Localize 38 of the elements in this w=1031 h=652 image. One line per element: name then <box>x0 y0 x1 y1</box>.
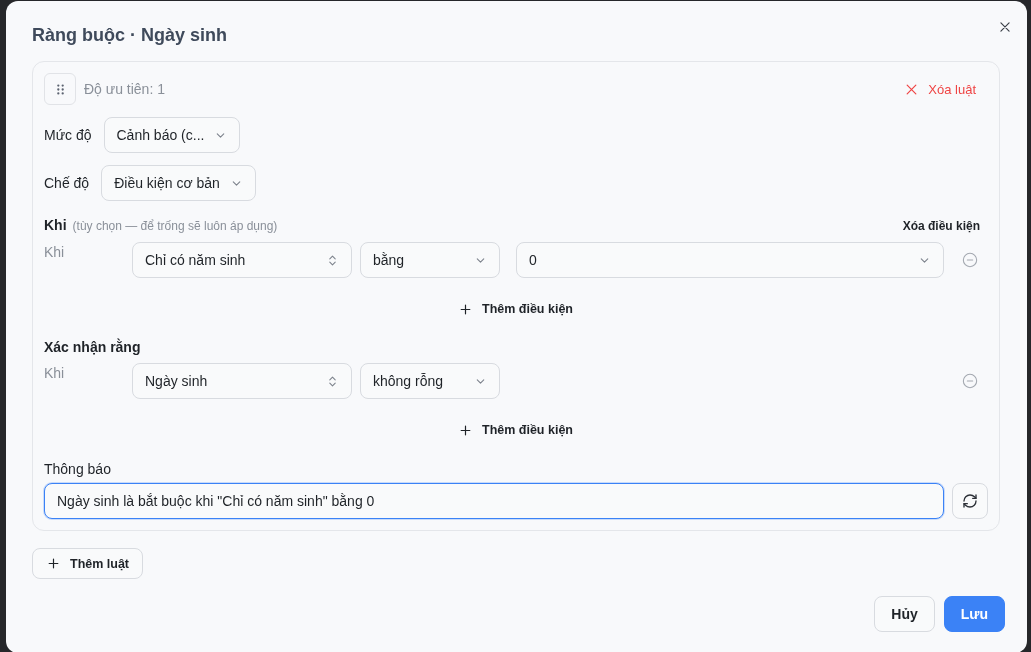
remove-condition-icon[interactable] <box>962 373 978 389</box>
operator-select[interactable]: không rỗng <box>360 363 500 399</box>
grip-dots-icon <box>56 83 64 95</box>
dialog-title: Ràng buộc · Ngày sinh <box>32 24 227 47</box>
condition-prefix: Khi <box>44 364 66 381</box>
remove-condition-icon[interactable] <box>962 252 978 268</box>
section-title: Xác nhận rằng <box>44 339 141 355</box>
priority-label: Độ ưu tiên: 1 <box>84 81 165 97</box>
section-hint: (tùy chọn — để trống sẽ luôn áp dụng) <box>72 218 278 234</box>
delete-rule-button[interactable]: Xóa luật <box>893 77 988 101</box>
save-button[interactable]: Lưu <box>943 596 1005 632</box>
value-select[interactable]: 0 <box>516 242 944 278</box>
add-condition-button[interactable]: Thêm điều kiện <box>449 293 583 325</box>
chevrons-up-down-icon <box>326 253 339 267</box>
drag-handle[interactable] <box>44 73 76 105</box>
close-icon[interactable] <box>997 19 1013 35</box>
cancel-button[interactable]: Hủy <box>874 596 935 632</box>
operator-select[interactable]: bằng <box>360 242 500 278</box>
add-condition-button[interactable]: Thêm điều kiện <box>449 414 583 446</box>
column-label: Xóa điều kiện <box>902 218 981 234</box>
field-select[interactable]: Ngày sinh <box>132 363 352 399</box>
refresh-icon <box>962 493 978 509</box>
select-field[interactable]: Điều kiện cơ bản <box>101 165 256 201</box>
setting-label: Chế độ <box>44 175 90 191</box>
condition-prefix: Khi <box>44 243 66 260</box>
message-input[interactable]: Ngày sinh là bắt buộc khi "Chỉ có năm sinh" bằng 0 <box>44 483 944 519</box>
select-field[interactable]: Cảnh báo (c... <box>103 117 241 153</box>
plus-icon <box>47 557 60 570</box>
field-select[interactable]: Chỉ có năm sinh <box>132 242 352 278</box>
add-rule-button[interactable]: Thêm luật <box>32 548 144 579</box>
refresh-button[interactable] <box>952 483 988 519</box>
setting-label: Mức độ <box>44 127 92 143</box>
plus-icon <box>459 302 472 316</box>
plus-icon <box>459 423 472 437</box>
close-icon <box>905 82 919 96</box>
section-title: Khi <box>44 217 67 233</box>
message-label: Thông báo <box>44 461 111 477</box>
chevrons-up-down-icon <box>326 374 339 388</box>
